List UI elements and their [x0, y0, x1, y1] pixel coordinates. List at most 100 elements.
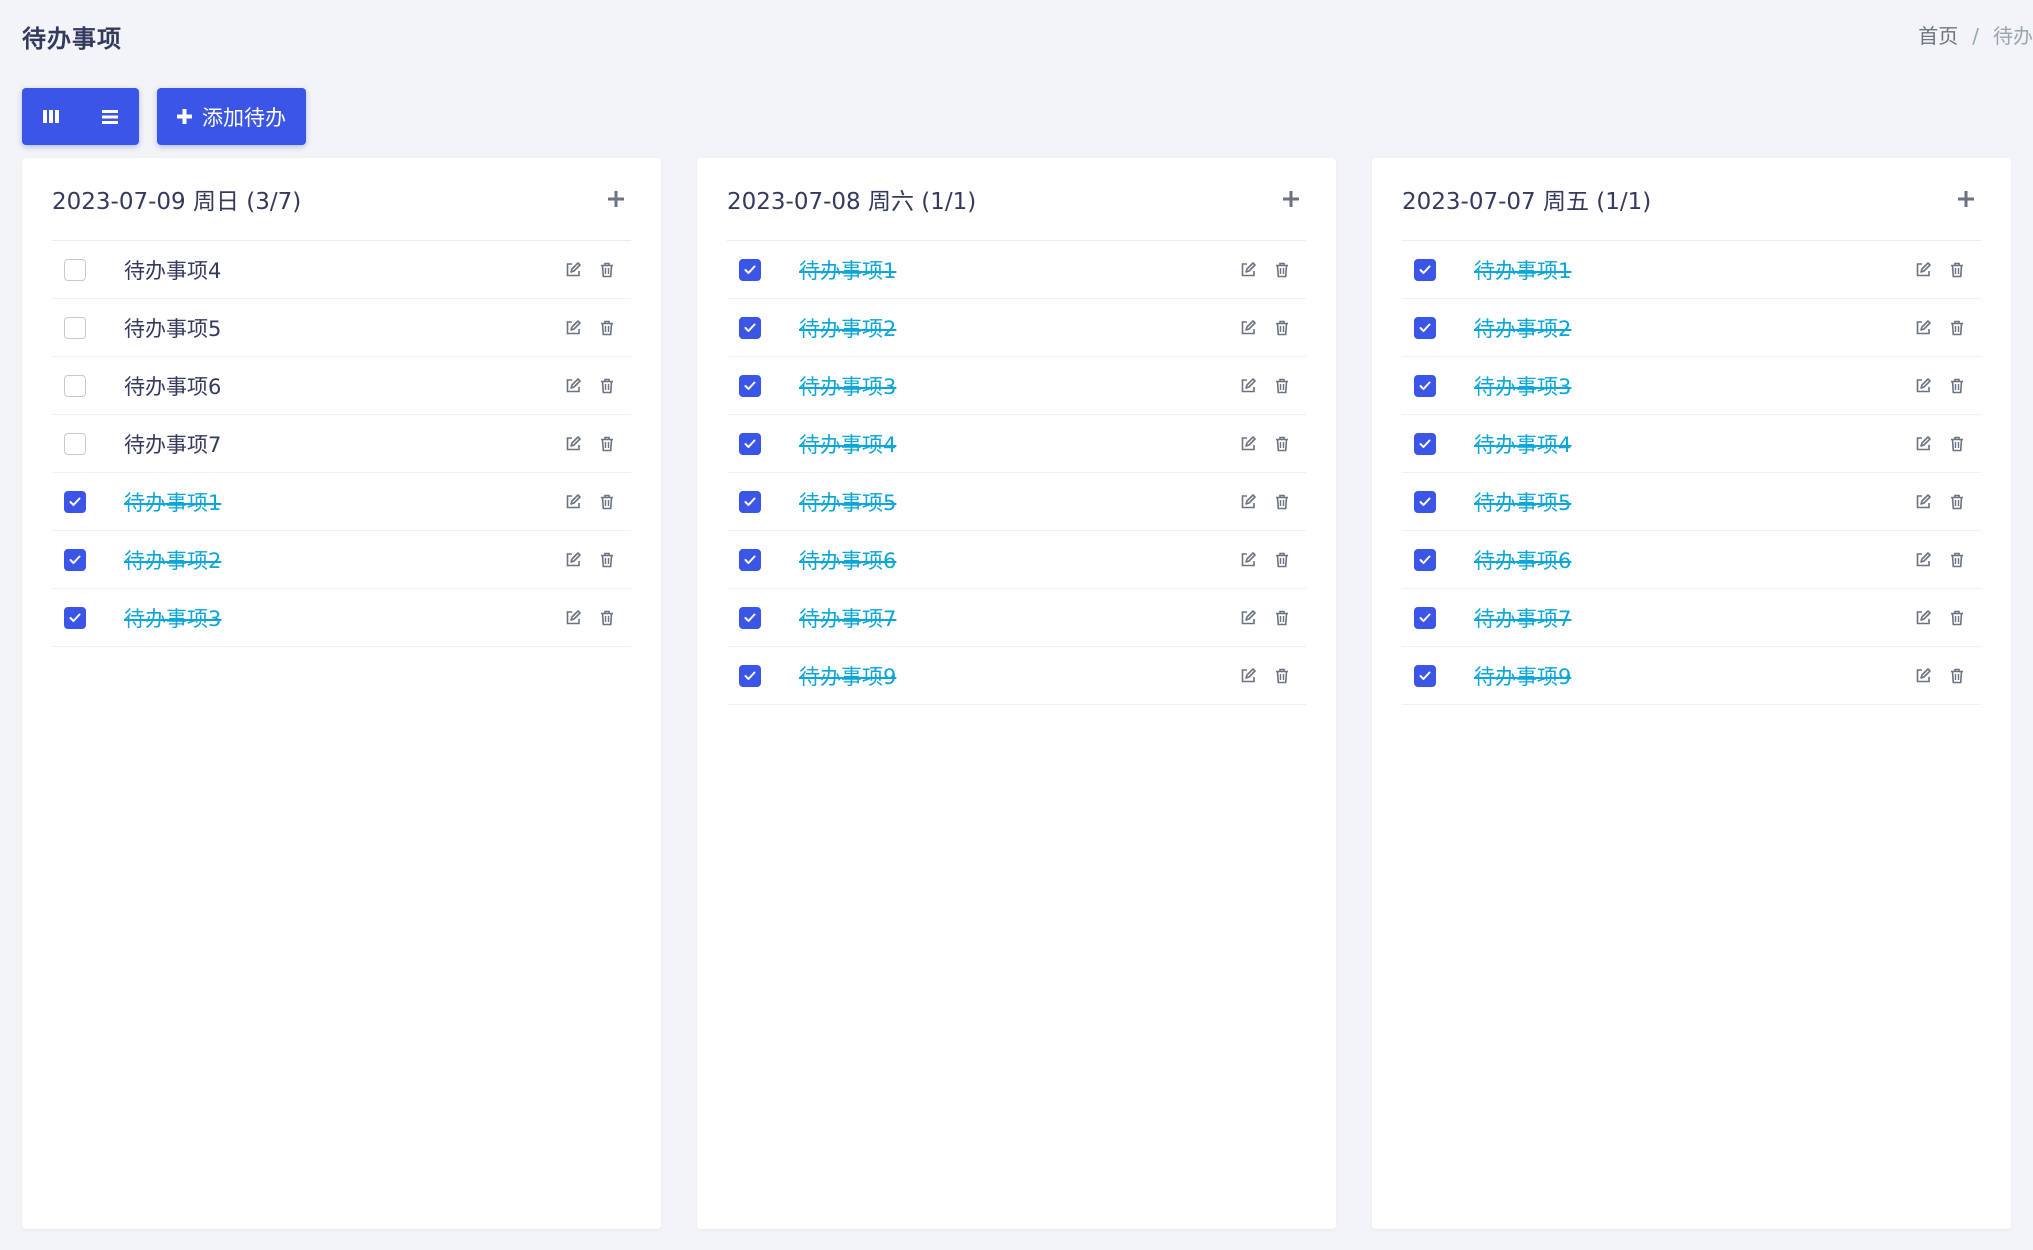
todo-checkbox[interactable] [1414, 432, 1436, 455]
delete-button[interactable] [1947, 492, 1967, 512]
delete-button[interactable] [1272, 550, 1292, 570]
check-icon [744, 323, 756, 333]
edit-button[interactable] [1238, 318, 1258, 338]
delete-button[interactable] [1947, 550, 1967, 570]
todo-checkbox[interactable] [1414, 490, 1436, 513]
edit-button[interactable] [1238, 260, 1258, 280]
add-todo-button[interactable]: 添加待办 [157, 88, 306, 145]
todo-checkbox[interactable] [1414, 548, 1436, 571]
delete-button[interactable] [597, 434, 617, 454]
todo-text: 待办事项6 [1474, 548, 1572, 573]
delete-button[interactable] [597, 260, 617, 280]
edit-button[interactable] [1238, 376, 1258, 396]
todo-checkbox[interactable] [64, 606, 86, 629]
edit-button[interactable] [1913, 434, 1933, 454]
todo-item: 待办事项4 [1402, 415, 1981, 473]
delete-button[interactable] [1272, 492, 1292, 512]
edit-icon [1240, 667, 1256, 684]
column-view-button[interactable] [26, 88, 76, 145]
todo-checkbox[interactable] [739, 432, 761, 455]
edit-button[interactable] [1913, 260, 1933, 280]
edit-button[interactable] [1238, 608, 1258, 628]
todo-checkbox[interactable] [739, 664, 761, 687]
todo-checkbox[interactable] [1414, 664, 1436, 687]
delete-button[interactable] [1947, 608, 1967, 628]
edit-button[interactable] [1238, 666, 1258, 686]
delete-button[interactable] [1947, 318, 1967, 338]
todo-checkbox[interactable] [1414, 374, 1436, 397]
edit-button[interactable] [563, 318, 583, 338]
list-view-button[interactable] [85, 88, 135, 145]
edit-button[interactable] [1913, 376, 1933, 396]
todo-text: 待办事项7 [1474, 606, 1572, 631]
column-add-button[interactable] [1276, 184, 1306, 214]
edit-button[interactable] [1913, 492, 1933, 512]
todo-checkbox[interactable] [1414, 316, 1436, 339]
plus-icon [177, 109, 192, 124]
delete-button[interactable] [597, 550, 617, 570]
todo-checkbox[interactable] [64, 432, 86, 455]
check-icon [744, 381, 756, 391]
toolbar: 添加待办 [22, 88, 306, 145]
column-add-button[interactable] [601, 184, 631, 214]
delete-button[interactable] [597, 608, 617, 628]
todo-checkbox[interactable] [739, 316, 761, 339]
todo-text: 待办事项2 [1474, 316, 1572, 341]
edit-button[interactable] [1913, 608, 1933, 628]
page-title: 待办事项 [22, 25, 122, 53]
delete-button[interactable] [1272, 318, 1292, 338]
edit-button[interactable] [563, 260, 583, 280]
edit-button[interactable] [1238, 492, 1258, 512]
column-header: 2023-07-09 周日 (3/7) [52, 158, 631, 241]
edit-icon [1915, 261, 1931, 278]
delete-button[interactable] [597, 318, 617, 338]
edit-button[interactable] [1913, 318, 1933, 338]
todo-checkbox[interactable] [64, 490, 86, 513]
edit-button[interactable] [563, 550, 583, 570]
edit-button[interactable] [563, 376, 583, 396]
edit-button[interactable] [1913, 550, 1933, 570]
todo-item: 待办事项6 [52, 357, 631, 415]
breadcrumb-home[interactable]: 首页 [1918, 24, 1958, 48]
todo-actions [1238, 318, 1292, 338]
delete-button[interactable] [1272, 434, 1292, 454]
trash-icon [1950, 668, 1964, 684]
edit-button[interactable] [563, 434, 583, 454]
todo-item: 待办事项3 [52, 589, 631, 647]
delete-button[interactable] [597, 376, 617, 396]
todo-checkbox[interactable] [739, 374, 761, 397]
todo-actions [1913, 260, 1967, 280]
todo-checkbox[interactable] [64, 316, 86, 339]
delete-button[interactable] [1272, 260, 1292, 280]
delete-button[interactable] [1272, 608, 1292, 628]
todo-checkbox[interactable] [64, 548, 86, 571]
edit-button[interactable] [563, 492, 583, 512]
todo-item: 待办事项6 [727, 531, 1306, 589]
todo-checkbox[interactable] [739, 548, 761, 571]
todo-actions [1913, 318, 1967, 338]
delete-button[interactable] [1947, 260, 1967, 280]
delete-button[interactable] [1947, 434, 1967, 454]
edit-button[interactable] [1238, 550, 1258, 570]
todo-text: 待办事项4 [799, 432, 897, 457]
todo-checkbox[interactable] [739, 606, 761, 629]
add-todo-label: 添加待办 [202, 105, 286, 130]
edit-button[interactable] [1238, 434, 1258, 454]
delete-button[interactable] [1272, 666, 1292, 686]
delete-button[interactable] [1947, 666, 1967, 686]
column-add-button[interactable] [1951, 184, 1981, 214]
todo-checkbox[interactable] [1414, 258, 1436, 281]
delete-button[interactable] [1947, 376, 1967, 396]
edit-button[interactable] [563, 608, 583, 628]
delete-button[interactable] [597, 492, 617, 512]
edit-button[interactable] [1913, 666, 1933, 686]
delete-button[interactable] [1272, 376, 1292, 396]
todo-checkbox[interactable] [739, 490, 761, 513]
column-title: 2023-07-09 周日 (3/7) [52, 189, 302, 215]
todo-checkbox[interactable] [1414, 606, 1436, 629]
todo-item: 待办事项9 [727, 647, 1306, 705]
todo-checkbox[interactable] [64, 374, 86, 397]
todo-checkbox[interactable] [64, 258, 86, 281]
todo-checkbox[interactable] [739, 258, 761, 281]
todo-item: 待办事项2 [727, 299, 1306, 357]
